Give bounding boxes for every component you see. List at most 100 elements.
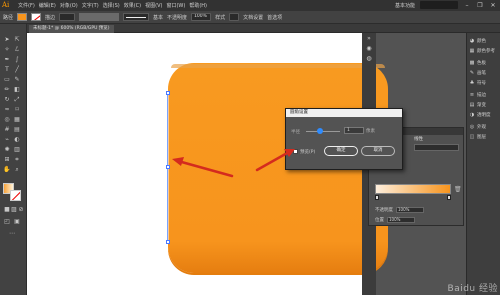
maximize-button[interactable]: ❐ [476,2,484,9]
symbol-sprayer-icon[interactable]: ✺ [3,146,11,154]
cancel-button[interactable]: 取消 [361,146,395,156]
stroke-weight-field[interactable] [59,13,76,21]
rotate-icon[interactable]: ↻ [3,96,11,104]
trash-icon[interactable]: 🗑 [454,186,462,193]
selection-tool-icon[interactable]: ➤ [3,36,11,44]
panel-stroke[interactable]: ≡ 描边 [469,90,499,99]
gradient-icon: ▤ [469,101,475,108]
panel-symbols[interactable]: ♣ 符号 [469,78,499,87]
panel-appearance[interactable]: ◎ 外观 [469,122,499,131]
lasso-icon[interactable]: ℒ [13,46,21,54]
type-tool-icon[interactable]: T [3,66,11,74]
gradient-opacity-label: 不透明度 [375,208,393,213]
menu-edit[interactable]: 编辑(E) [39,2,56,9]
scale-icon[interactable]: ⤢ [13,96,21,104]
panel-color-guide[interactable]: ▦ 颜色参考 [469,46,499,55]
paintbrush-icon[interactable]: ✎ [13,76,21,84]
swatches-icon: ▩ [469,59,475,66]
graph-icon[interactable]: ▥ [13,146,21,154]
perspective-icon[interactable]: ▦ [13,116,21,124]
workspace-switcher[interactable]: 基本功能 [395,2,415,9]
more-tools-icon[interactable]: ⋯ [8,230,16,238]
screen-mode-icon[interactable]: ▣ [13,218,21,226]
gradient-tool-icon[interactable]: ▤ [13,126,21,134]
radius-slider[interactable] [306,131,340,132]
panel-gradient[interactable]: ▤ 渐变 [469,100,499,109]
line-tool-icon[interactable]: ╱ [13,66,21,74]
width-tool-icon[interactable]: ≈ [3,106,11,114]
preferences-button[interactable]: 首选项 [267,14,282,21]
free-transform-icon[interactable]: ⌑ [13,106,21,114]
style-dropdown[interactable] [229,13,240,21]
panel-swatches[interactable]: ▩ 色板 [469,58,499,67]
brush-icon: ✎ [469,69,475,76]
search-stock-input[interactable] [420,1,458,9]
radius-slider-knob[interactable] [317,128,323,134]
ok-button[interactable]: 确定 [324,146,358,156]
stroke-color-box[interactable] [10,190,21,201]
collapse-arrow-icon[interactable]: » [365,35,373,43]
radius-unit: 像素 [366,129,375,134]
eraser-icon[interactable]: ◧ [13,86,21,94]
panel-brushes[interactable]: ✎ 画笔 [469,68,499,77]
preview-label: 预览(P) [300,150,316,155]
gradient-location-field[interactable]: 100% [387,217,415,223]
variable-width-profile[interactable] [79,13,120,21]
pencil-icon[interactable]: ✏ [3,86,11,94]
panel-transparency[interactable]: ◑ 透明度 [469,110,499,119]
document-tab[interactable]: 未标题-1* @ 600% (RGB/GPU 预览) [29,25,114,33]
anchor-point-middle[interactable] [166,165,170,169]
baidu-watermark: Baidu 经验 [447,284,498,294]
menu-window[interactable]: 窗口(W) [166,2,185,9]
direct-selection-tool-icon[interactable]: ⇱ [13,36,21,44]
tools-panel: ➤ ⇱ ✧ ℒ ✒ ∫ T ╱ ▭ ✎ ✏ ◧ ↻ ⤢ ≈ ⌑ ◎ ▦ # ▤ … [0,24,27,295]
preview-checkbox[interactable] [293,149,298,154]
fill-color-swatch[interactable] [17,13,28,21]
anchor-point-top[interactable] [166,91,170,95]
gradient-opacity-field[interactable]: 100% [396,207,424,213]
menu-help[interactable]: 帮助(H) [189,2,207,9]
magic-wand-icon[interactable]: ✧ [3,46,11,54]
menu-select[interactable]: 选择(S) [103,2,120,9]
close-window-button[interactable]: ✕ [489,2,497,9]
mesh-icon[interactable]: # [3,126,11,134]
none-mode-icon[interactable]: ⊘ [17,206,25,214]
menu-file[interactable]: 文件(F) [18,2,35,9]
menu-effect[interactable]: 效果(C) [124,2,141,9]
artboard-icon[interactable]: ⊞ [3,156,11,164]
hand-icon[interactable]: ✋ [3,166,11,174]
anchor-point-bottom[interactable] [166,240,170,244]
zoom-icon[interactable]: ⌕ [13,166,21,174]
menu-type[interactable]: 文字(T) [82,2,99,9]
gradient-slider[interactable] [375,184,451,194]
menu-view[interactable]: 视图(V) [145,2,162,9]
document-setup-button[interactable]: 文档设置 [243,14,263,21]
palette-icon: ◕ [469,37,475,44]
gradient-type-dropdown[interactable] [414,144,459,151]
shape-builder-icon[interactable]: ◎ [3,116,11,124]
opacity-label: 不透明度 [167,14,188,21]
libraries-icon[interactable]: ◍ [365,55,373,63]
curvature-icon[interactable]: ∫ [13,56,21,64]
draw-mode-icon[interactable]: ◰ [3,218,11,226]
menu-object[interactable]: 对象(O) [60,2,78,9]
slice-icon[interactable]: ⌗ [13,156,21,164]
style-label: 样式 [215,14,226,21]
pen-tool-icon[interactable]: ✒ [3,56,11,64]
minimize-button[interactable]: – [463,2,471,9]
eyedropper-icon[interactable]: ⌁ [3,136,11,144]
panel-layers[interactable]: ◫ 图层 [469,132,499,141]
brush-definition-dropdown[interactable] [123,13,150,21]
illustrator-logo: Ai [2,1,10,9]
gradient-stop-right[interactable] [447,195,451,200]
stroke-color-swatch[interactable] [31,13,42,21]
rectangle-tool-icon[interactable]: ▭ [3,76,11,84]
blend-icon[interactable]: ◐ [13,136,21,144]
properties-icon[interactable]: ◉ [365,45,373,53]
dialog-title: 圆角设置 [286,109,402,117]
gradient-type-label: 线性 [414,137,423,142]
panel-color[interactable]: ◕ 颜色 [469,36,499,45]
radius-input[interactable]: 1 [344,127,364,134]
opacity-field[interactable]: 100% [191,13,212,21]
gradient-stop-left[interactable] [375,195,379,200]
